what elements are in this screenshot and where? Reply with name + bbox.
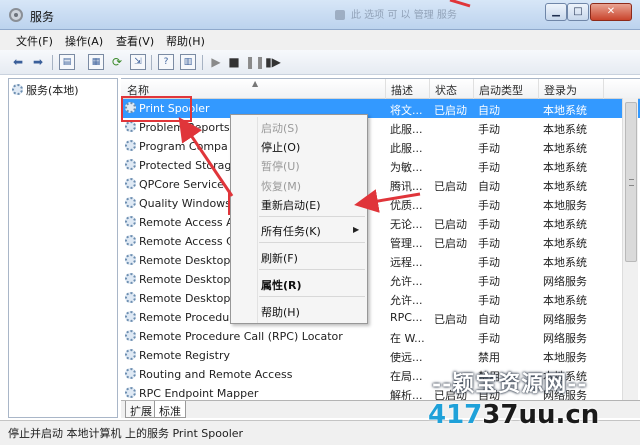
watermark-url: 41737uu.cn <box>428 400 599 440</box>
watermark-site-name: --颖宝资源网-- <box>432 371 588 397</box>
tab-standard[interactable]: 标准 <box>154 401 186 418</box>
arrow-top-decoration <box>449 0 471 8</box>
arrow-to-restart <box>354 189 421 213</box>
arrow-to-print-spooler <box>178 117 234 197</box>
status-text: 停止并启动 本地计算机 上的服务 Print Spooler <box>8 427 244 440</box>
tab-extended[interactable]: 扩展 <box>125 401 157 418</box>
watermark-url-part-b: 37uu.cn <box>482 400 600 430</box>
watermark-url-part-a: 417 <box>428 400 483 430</box>
